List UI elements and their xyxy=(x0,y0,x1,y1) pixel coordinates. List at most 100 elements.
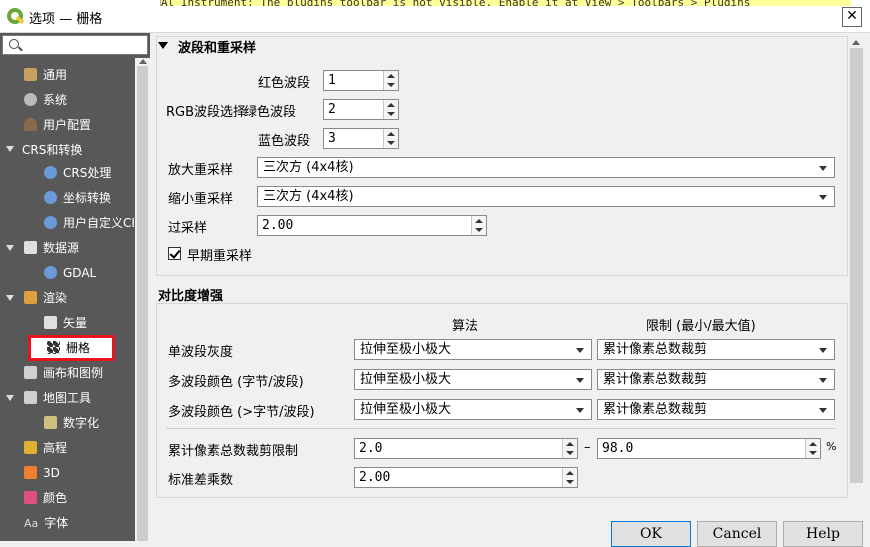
zoomout-resampling-combo[interactable]: 三次方 (4x4核) xyxy=(257,186,835,207)
chevron-down-icon xyxy=(576,408,584,413)
color-icon xyxy=(24,491,37,504)
canvas-icon xyxy=(24,366,37,379)
sidebar-item-digitizing[interactable]: 数字化 xyxy=(44,412,99,434)
main-scroll-thumb[interactable] xyxy=(850,48,863,483)
sidebar-item-gdal[interactable]: GDAL xyxy=(44,262,96,284)
paintbrush-icon xyxy=(24,291,37,304)
multiband-byte-algorithm-combo[interactable]: 拉伸至极小极大 xyxy=(354,369,592,390)
sidebar-item-data-sources[interactable]: 数据源 xyxy=(24,237,79,259)
spin-arrows-icon[interactable] xyxy=(471,216,486,235)
window-title: 选项 — 栅格 xyxy=(29,12,103,27)
sidebar-item-fonts[interactable]: Aa 字体 xyxy=(24,512,68,534)
chevron-down-icon xyxy=(576,378,584,383)
sidebar-item-transform[interactable]: 坐标转换 xyxy=(44,187,111,209)
scroll-up-icon[interactable] xyxy=(139,59,147,64)
early-resampling-label: 早期重采样 xyxy=(187,249,253,264)
green-band-spinbox[interactable]: 2 xyxy=(323,99,399,120)
sidebar-item-system[interactable]: 系统 xyxy=(24,89,67,111)
single-band-algorithm-combo[interactable]: 拉伸至极小极大 xyxy=(354,339,592,360)
zoomin-resampling-label: 放大重采样 xyxy=(168,163,234,178)
sidebar-item-canvas-legend[interactable]: 画布和图例 xyxy=(24,362,103,384)
red-band-spinbox[interactable]: 1 xyxy=(323,70,399,91)
search-icon xyxy=(9,39,19,49)
caret-down-icon[interactable] xyxy=(6,146,14,152)
background-hint-strip: Al Instrument: The plugins toolbar is no… xyxy=(160,0,851,6)
multiband-gt-byte-label: 多波段颜色 (>字节/波段) xyxy=(168,405,315,420)
ok-button[interactable]: OK xyxy=(611,521,691,547)
sidebar-item-elevation[interactable]: 高程 xyxy=(24,437,67,459)
caret-down-icon[interactable] xyxy=(6,295,14,301)
multiband-byte-limits-combo[interactable]: 累计像素总数裁剪 xyxy=(597,369,835,390)
blue-band-spinbox[interactable]: 3 xyxy=(323,128,399,149)
caret-down-icon[interactable] xyxy=(6,395,14,401)
gdal-globe-icon xyxy=(44,266,57,279)
sidebar xyxy=(0,33,150,541)
font-icon: Aa xyxy=(24,517,39,530)
sidebar-item-colors[interactable]: 颜色 xyxy=(24,487,67,509)
oversampling-spinbox[interactable]: 2.00 xyxy=(257,215,487,236)
chevron-down-icon xyxy=(819,348,827,353)
algorithm-header: 算法 xyxy=(452,319,479,334)
stddev-label: 标准差乘数 xyxy=(168,473,234,488)
spin-arrows-icon[interactable] xyxy=(805,439,820,458)
table-icon xyxy=(24,241,37,254)
sidebar-item-raster[interactable]: 栅格 xyxy=(47,337,90,359)
cumulative-max-spinbox[interactable]: 98.0 xyxy=(597,438,821,459)
spin-arrows-icon[interactable] xyxy=(383,129,398,148)
zoomout-resampling-label: 缩小重采样 xyxy=(168,192,234,207)
limits-header: 限制 (最小/最大值) xyxy=(646,319,756,334)
single-band-gray-label: 单波段灰度 xyxy=(168,345,234,360)
multiband-gt-byte-algorithm-combo[interactable]: 拉伸至极小极大 xyxy=(354,399,592,420)
3d-icon xyxy=(24,466,37,479)
sidebar-item-rendering[interactable]: 渲染 xyxy=(24,287,67,309)
single-band-limits-combo[interactable]: 累计像素总数裁剪 xyxy=(597,339,835,360)
green-band-label: 绿色波段 xyxy=(244,105,297,120)
oversampling-label: 过采样 xyxy=(168,221,208,236)
sidebar-item-crs-handling[interactable]: CRS处理 xyxy=(44,162,111,184)
rgb-band-label: RGB波段选择 xyxy=(166,105,247,120)
chevron-down-icon xyxy=(576,348,584,353)
spin-arrows-icon[interactable] xyxy=(383,71,398,90)
spin-arrows-icon[interactable] xyxy=(562,468,577,487)
cumulative-cut-label: 累计像素总数裁剪限制 xyxy=(168,444,299,459)
zoomin-resampling-combo[interactable]: 三次方 (4x4核) xyxy=(257,157,835,178)
globe-icon xyxy=(44,166,57,179)
chevron-down-icon xyxy=(819,166,827,171)
digitize-icon xyxy=(44,416,57,429)
sidebar-scroll-thumb[interactable] xyxy=(137,66,148,541)
range-dash: – xyxy=(584,440,591,455)
spin-arrows-icon[interactable] xyxy=(562,439,577,458)
help-button[interactable]: Help xyxy=(783,521,863,547)
multiband-byte-label: 多波段颜色 (字节/波段) xyxy=(168,375,304,390)
red-band-label: 红色波段 xyxy=(258,76,311,91)
sidebar-item-map-tools[interactable]: 地图工具 xyxy=(24,387,91,409)
sidebar-item-general[interactable]: 通用 xyxy=(24,64,67,86)
vector-icon xyxy=(44,316,57,329)
caret-down-icon[interactable] xyxy=(6,245,14,251)
cancel-button[interactable]: Cancel xyxy=(697,521,777,547)
divider xyxy=(166,428,836,429)
close-button[interactable]: ✕ xyxy=(842,7,862,27)
sidebar-item-crs[interactable]: CRS和转换 xyxy=(22,139,82,161)
globe-user-icon xyxy=(44,216,57,229)
collapse-caret-icon[interactable] xyxy=(158,42,168,49)
spin-arrows-icon[interactable] xyxy=(383,100,398,119)
multiband-gt-byte-limits-combo[interactable]: 累计像素总数裁剪 xyxy=(597,399,835,420)
stddev-spinbox[interactable]: 2.00 xyxy=(354,467,578,488)
sidebar-item-3d[interactable]: 3D xyxy=(24,462,60,484)
globe-transform-icon xyxy=(44,191,57,204)
search-input[interactable] xyxy=(2,35,148,55)
gear-icon xyxy=(24,93,37,106)
early-resampling-checkbox[interactable] xyxy=(168,247,181,260)
sidebar-item-vector[interactable]: 矢量 xyxy=(44,312,87,334)
chevron-down-icon xyxy=(819,378,827,383)
cumulative-min-spinbox[interactable]: 2.0 xyxy=(354,438,578,459)
wrench-icon xyxy=(24,68,37,81)
scroll-up-icon[interactable] xyxy=(852,40,860,45)
contrast-section-title: 对比度增强 xyxy=(158,289,224,304)
percent-unit: % xyxy=(826,440,837,453)
user-icon xyxy=(24,118,37,131)
chevron-down-icon xyxy=(819,408,827,413)
sidebar-item-user-crs[interactable]: 用户自定义CRS xyxy=(44,212,134,234)
sidebar-item-user-profile[interactable]: 用户配置 xyxy=(24,114,91,136)
